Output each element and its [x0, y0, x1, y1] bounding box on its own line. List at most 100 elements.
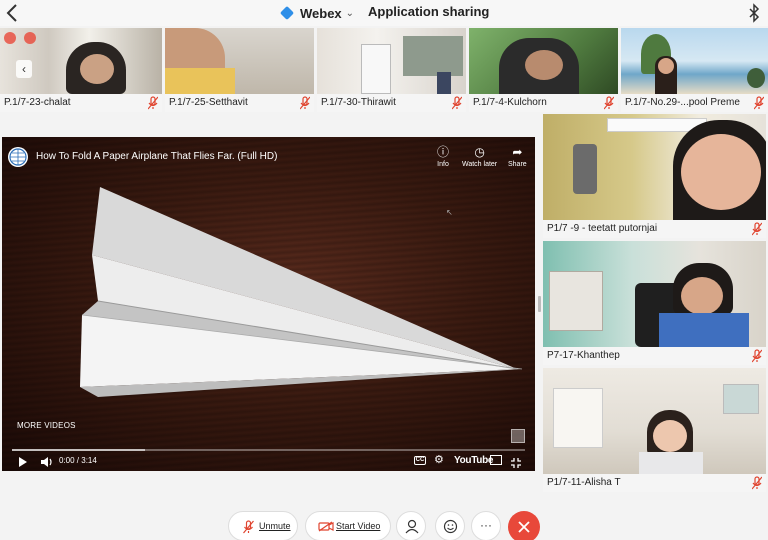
watermark-icon [511, 429, 525, 443]
participant-face [653, 420, 687, 452]
participant-video [543, 368, 766, 474]
muted-mic-icon [243, 520, 254, 534]
room-door [553, 388, 603, 448]
share-label: Share [508, 161, 527, 168]
info-label: Info [437, 161, 449, 168]
reactions-button[interactable] [435, 511, 465, 540]
share-arrow-icon: ➦ [512, 145, 523, 159]
participant-face [681, 277, 723, 315]
progress-bar[interactable] [12, 449, 525, 451]
muted-mic-icon [754, 96, 764, 110]
webex-logo-icon [279, 5, 295, 21]
more-videos-link[interactable]: MORE VIDEOS [17, 421, 76, 430]
unmute-label: Unmute [259, 521, 291, 531]
participant-name: P1/7 -9 - teetatt putornjai [547, 223, 658, 234]
participant-namebar: P.1/7-23-chalat [0, 94, 162, 112]
muted-mic-icon [300, 96, 310, 110]
start-video-label: Start Video [336, 521, 381, 531]
pane-resize-handle[interactable] [538, 296, 541, 312]
shared-youtube-player[interactable]: ↖ How To Fold A Paper Airplane That Flie… [2, 137, 535, 471]
scroll-left-icon[interactable]: ‹ [16, 60, 32, 78]
miniplayer-icon[interactable] [490, 455, 502, 465]
room-object [573, 144, 597, 194]
participant-video [543, 241, 766, 347]
participant-shirt [659, 313, 749, 347]
participant-video [165, 28, 314, 94]
play-icon[interactable] [18, 455, 28, 467]
leave-meeting-button[interactable] [508, 511, 540, 540]
participant-namebar: P1/7-11-Alisha T [543, 474, 766, 492]
progress-buffer [12, 449, 146, 451]
fullscreen-icon[interactable] [511, 455, 521, 468]
participant-tile[interactable]: P.1/7-30-Thirawit [317, 28, 466, 112]
room-window [403, 36, 463, 76]
participant-name: P.1/7-No.29-...pool Preme [625, 97, 740, 108]
participant-name: P.1/7-23-chalat [4, 97, 71, 108]
close-icon [518, 521, 530, 533]
watch-later-button[interactable]: ◷ Watch later [462, 145, 497, 168]
participant-face [681, 134, 761, 210]
record-indicator-icon [24, 32, 36, 44]
time-display: 0:00 / 3:14 [59, 456, 97, 465]
participant-tile[interactable]: P.1/7-4-Kulchorn [469, 28, 618, 112]
participant-shirt [639, 452, 703, 474]
participant-namebar: P1/7 -9 - teetatt putornjai [543, 220, 766, 238]
participant-face [80, 54, 114, 84]
participant-namebar: P7-17-Khanthep [543, 347, 766, 365]
bookshelf [549, 271, 603, 331]
video-title[interactable]: How To Fold A Paper Airplane That Flies … [36, 151, 277, 162]
wall-frame [723, 384, 759, 414]
top-bar: Webex ⌄ Application sharing [0, 0, 768, 26]
clock-icon: ◷ [474, 145, 485, 159]
back-chevron-icon[interactable] [6, 3, 22, 23]
participant-name: P1/7-11-Alisha T [547, 477, 621, 488]
smiley-icon [443, 519, 458, 534]
captions-button[interactable]: CC [414, 456, 426, 465]
muted-mic-icon [148, 96, 158, 110]
start-video-button[interactable]: Start Video [305, 511, 391, 540]
more-dots-icon: ··· [480, 518, 492, 532]
participant-tile[interactable]: P1/7 -9 - teetatt putornjai [543, 114, 766, 238]
more-options-button[interactable]: ··· [471, 511, 501, 540]
view-mode-title: Application sharing [368, 4, 490, 19]
participant-namebar: P.1/7-No.29-...pool Preme [621, 94, 768, 112]
participant-face [658, 58, 674, 74]
info-button[interactable]: ⓘ Info [437, 145, 449, 168]
webex-menu-button[interactable]: Webex ⌄ [279, 4, 355, 22]
chevron-down-icon: ⌄ [345, 7, 355, 19]
webex-title: Webex [300, 5, 342, 21]
participants-button[interactable] [396, 511, 426, 540]
participant-name: P.1/7-25-Setthavit [169, 97, 248, 108]
participant-shirt [165, 68, 235, 94]
plant [747, 68, 765, 88]
participant-name: P7-17-Khanthep [547, 350, 620, 361]
participant-namebar: P.1/7-30-Thirawit [317, 94, 466, 112]
participant-tile[interactable]: P.1/7-No.29-...pool Preme [621, 28, 768, 112]
webex-meeting-window: Webex ⌄ Application sharing ‹ P.1/7-23-c… [0, 0, 768, 540]
participant-name: P.1/7-4-Kulchorn [473, 97, 547, 108]
record-indicator-icon [4, 32, 16, 44]
channel-avatar-icon[interactable] [8, 147, 28, 167]
participant-silhouette [437, 72, 451, 94]
person-icon [405, 519, 419, 534]
gear-icon[interactable]: ⚙ [434, 453, 444, 466]
participant-namebar: P.1/7-25-Setthavit [165, 94, 314, 112]
share-button[interactable]: ➦ Share [508, 145, 527, 168]
paper-airplane-image [80, 187, 523, 397]
watch-later-label: Watch later [462, 161, 498, 168]
cursor-icon: ↖ [446, 208, 453, 217]
info-icon: ⓘ [437, 145, 450, 159]
unmute-button[interactable]: Unmute [228, 511, 298, 540]
youtube-logo[interactable]: YouTube [454, 455, 494, 466]
participant-namebar: P.1/7-4-Kulchorn [469, 94, 618, 112]
muted-mic-icon [604, 96, 614, 110]
participant-tile[interactable]: P7-17-Khanthep [543, 241, 766, 365]
volume-icon[interactable] [40, 455, 54, 467]
participant-tile[interactable]: ‹ P.1/7-23-chalat [0, 28, 162, 112]
participant-face [525, 50, 563, 80]
participant-tile[interactable]: P.1/7-25-Setthavit [165, 28, 314, 112]
muted-mic-icon [752, 476, 762, 490]
participant-video [543, 114, 766, 230]
participant-video: ‹ [0, 28, 162, 94]
participant-tile[interactable]: P1/7-11-Alisha T [543, 368, 766, 492]
